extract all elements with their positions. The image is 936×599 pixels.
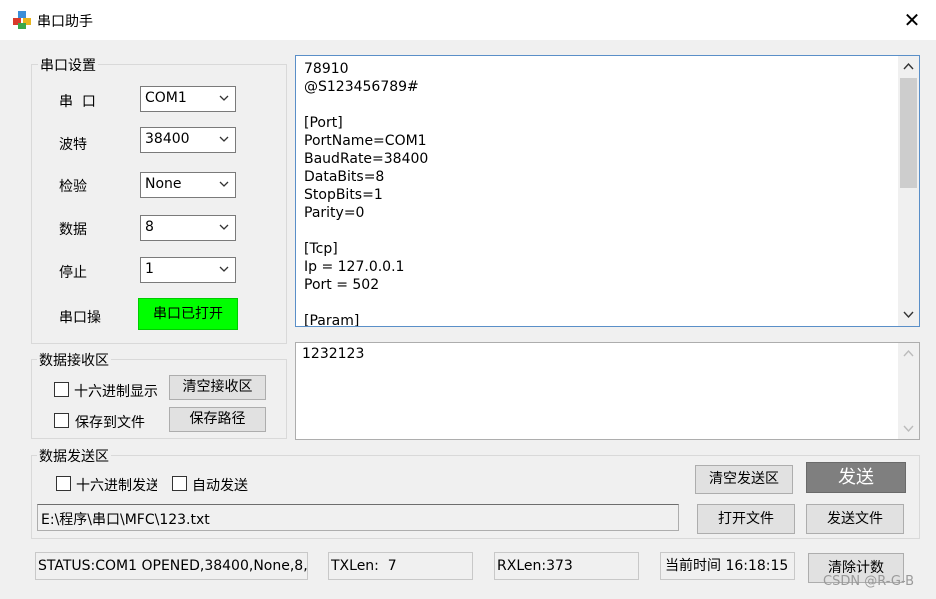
clear-send-button[interactable]: 清空发送区 bbox=[695, 465, 793, 494]
receive-line: [Param] bbox=[304, 313, 360, 327]
receive-line bbox=[304, 222, 894, 240]
save-to-file-label: 保存到文件 bbox=[75, 415, 145, 431]
save-to-file-checkbox[interactable] bbox=[54, 413, 69, 428]
send-button[interactable]: 发送 bbox=[806, 462, 906, 493]
hex-send-checkbox[interactable] bbox=[56, 476, 71, 491]
watermark: CSDN @R-G-B bbox=[823, 574, 915, 589]
receive-group-label: 数据接收区 bbox=[37, 350, 111, 370]
rx-len-field: RXLen:373 bbox=[494, 552, 639, 580]
chevron-down-icon[interactable] bbox=[902, 422, 915, 435]
send-textarea[interactable]: 1232123 bbox=[295, 342, 920, 440]
parity-label: 检验 bbox=[59, 179, 87, 195]
receive-line: Parity=0 bbox=[304, 205, 365, 221]
receive-scrollbar[interactable] bbox=[898, 56, 919, 326]
auto-send-checkbox[interactable] bbox=[172, 476, 187, 491]
stopbits-select[interactable]: 1 bbox=[140, 257, 236, 283]
chevron-up-icon[interactable] bbox=[902, 347, 915, 360]
send-text: 1232123 bbox=[302, 346, 365, 362]
hex-send-label: 十六进制发送 bbox=[76, 478, 157, 494]
status-field: STATUS:COM1 OPENED,38400,None,8,1 bbox=[35, 552, 308, 580]
baud-label: 波特 bbox=[59, 137, 87, 153]
serial-settings-label: 串口设置 bbox=[38, 55, 98, 75]
receive-line: @S123456789# bbox=[304, 79, 419, 95]
colored-blocks-icon bbox=[13, 11, 31, 29]
chevron-down-icon[interactable] bbox=[902, 308, 915, 321]
stopbits-label: 停止 bbox=[59, 265, 87, 281]
title-bar: 串口助手 ✕ bbox=[0, 0, 936, 40]
parity-select[interactable]: None bbox=[140, 172, 236, 198]
window-title: 串口助手 bbox=[37, 14, 93, 30]
databits-label: 数据 bbox=[59, 222, 87, 238]
receive-text: 78910 @S123456789# [Port] PortName=COM1 Baud… bbox=[304, 60, 894, 327]
clear-receive-button[interactable]: 清空接收区 bbox=[169, 375, 266, 400]
chevron-up-icon[interactable] bbox=[902, 60, 915, 73]
auto-send-label: 自动发送 bbox=[192, 478, 248, 494]
databits-select[interactable]: 8 bbox=[140, 215, 236, 241]
hex-display-checkbox[interactable] bbox=[54, 382, 69, 397]
hex-send-label-wrap: 十六进制发送 bbox=[76, 475, 157, 495]
send-file-button[interactable]: 发送文件 bbox=[806, 504, 904, 534]
file-path-text: E:\程序\串口\MFC\123.txt bbox=[41, 512, 210, 528]
current-time-field: 当前时间 16:18:15 bbox=[660, 552, 795, 580]
chevron-down-icon bbox=[219, 136, 229, 142]
send-group-label: 数据发送区 bbox=[37, 446, 111, 466]
close-icon[interactable]: ✕ bbox=[896, 7, 928, 33]
hex-display-label-wrap: 十六进制显示 bbox=[74, 381, 157, 401]
receive-textarea[interactable]: 78910 @S123456789# [Port] PortName=COM1 Baud… bbox=[295, 55, 920, 327]
receive-line: BaudRate=38400 bbox=[304, 151, 429, 167]
receive-line: DataBits=8 bbox=[304, 169, 385, 185]
receive-line: [Port] bbox=[304, 115, 343, 131]
baud-select[interactable]: 38400 bbox=[140, 127, 236, 153]
operation-label: 串口操 bbox=[59, 310, 101, 326]
receive-line bbox=[304, 96, 894, 114]
hex-display-label: 十六进制显示 bbox=[74, 384, 157, 400]
chevron-down-icon bbox=[219, 266, 229, 272]
receive-line: StopBits=1 bbox=[304, 187, 383, 203]
tx-len-field: TXLen: 7 bbox=[328, 552, 473, 580]
send-scrollbar[interactable] bbox=[898, 343, 919, 439]
receive-line: [Tcp] bbox=[304, 241, 338, 257]
receive-line: PortName=COM1 bbox=[304, 133, 427, 149]
receive-line: 78910 bbox=[304, 61, 349, 77]
chevron-down-icon bbox=[219, 181, 229, 187]
chevron-down-icon bbox=[219, 224, 229, 230]
open-port-button[interactable]: 串口已打开 bbox=[138, 298, 238, 330]
scrollbar-thumb[interactable] bbox=[900, 78, 917, 188]
chevron-down-icon bbox=[219, 95, 229, 101]
receive-line: Ip = 127.0.0.1 bbox=[304, 259, 405, 275]
file-path-field[interactable]: E:\程序\串口\MFC\123.txt bbox=[37, 504, 679, 531]
save-path-button[interactable]: 保存路径 bbox=[169, 407, 266, 432]
port-select[interactable]: COM1 bbox=[140, 86, 236, 112]
receive-line bbox=[304, 294, 894, 312]
receive-line: Port = 502 bbox=[304, 277, 380, 293]
open-file-button[interactable]: 打开文件 bbox=[697, 504, 795, 534]
port-label: 串 口 bbox=[59, 94, 96, 110]
